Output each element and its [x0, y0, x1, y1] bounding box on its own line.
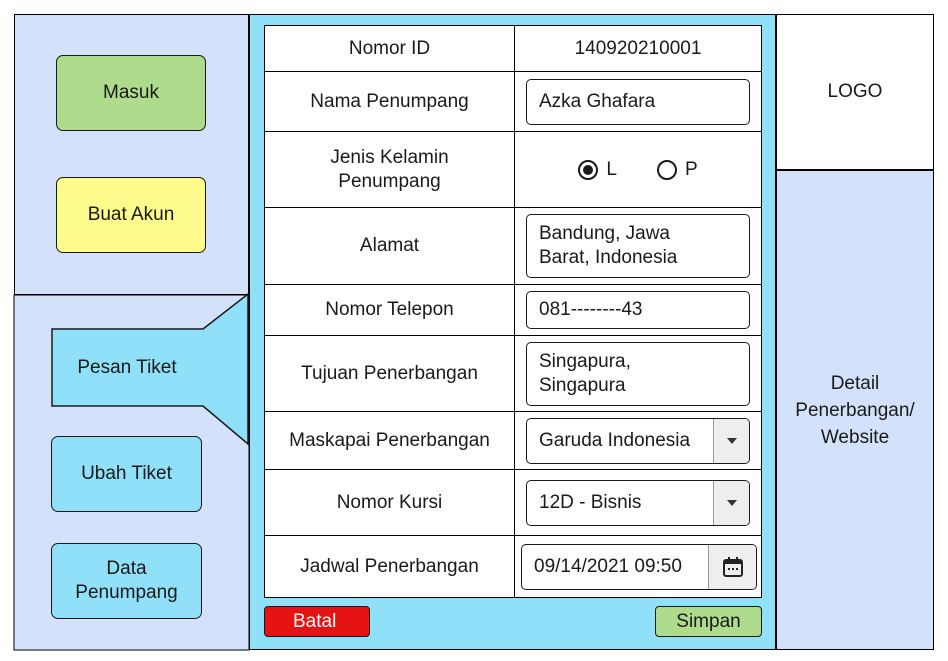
triangle-down-icon[interactable]	[713, 418, 749, 463]
radio-unselected-icon	[656, 159, 677, 180]
change-ticket-label: Ubah Tiket	[81, 463, 172, 484]
airline-value: Garuda Indonesia	[539, 429, 691, 451]
flight-detail-label: Detail Penerbangan/ Website	[795, 372, 915, 448]
address-label: Alamat	[264, 207, 515, 285]
cancel-label: Batal	[293, 610, 337, 632]
book-ticket-nav-item[interactable]: Pesan Tiket	[52, 329, 202, 406]
calendar-icon[interactable]	[708, 544, 756, 589]
seat-label: Nomor Kursi	[264, 469, 515, 536]
form-row-name: Nama Penumpang Azka Ghafara	[264, 71, 762, 132]
booking-form: Nomor ID 140920210001 Nama Penumpang Azk…	[264, 25, 762, 598]
form-row-phone: Nomor Telepon 081--------43	[264, 284, 762, 336]
triangle-down-icon[interactable]	[713, 480, 749, 525]
gender-option-p[interactable]: P	[656, 158, 698, 181]
id-label: Nomor ID	[264, 25, 515, 72]
gender-option-l[interactable]: L	[578, 159, 617, 181]
airline-select[interactable]: Garuda Indonesia	[526, 417, 750, 464]
gender-label: Jenis Kelamin Penumpang	[330, 146, 449, 192]
logo-label: LOGO	[827, 81, 883, 102]
phone-label: Nomor Telepon	[264, 284, 515, 336]
cancel-button[interactable]: Batal	[264, 606, 370, 637]
gender-option-p-label: P	[684, 158, 698, 180]
login-button[interactable]: Masuk	[56, 55, 206, 131]
schedule-label: Jadwal Penerbangan	[264, 535, 515, 598]
name-input[interactable]: Azka Ghafara	[526, 78, 750, 125]
change-ticket-button[interactable]: Ubah Tiket	[51, 436, 202, 512]
save-button[interactable]: Simpan	[655, 606, 762, 637]
seat-value: 12D - Bisnis	[539, 491, 642, 513]
phone-value: 081--------43	[539, 299, 643, 320]
register-label: Buat Akun	[87, 204, 175, 225]
name-value: Azka Ghafara	[539, 90, 656, 112]
register-button[interactable]: Buat Akun	[56, 177, 206, 253]
login-label: Masuk	[103, 82, 159, 103]
form-row-address: Alamat Bandung, Jawa Barat, Indonesia	[264, 207, 762, 285]
passenger-data-button[interactable]: Data Penumpang	[51, 543, 202, 619]
form-row-seat: Nomor Kursi 12D - Bisnis	[264, 469, 762, 536]
name-label: Nama Penumpang	[264, 71, 515, 132]
schedule-value: 09/14/2021 09:50	[534, 555, 682, 577]
form-row-airline: Maskapai Penerbangan Garuda Indonesia	[264, 411, 762, 470]
book-ticket-label: Pesan Tiket	[77, 356, 177, 378]
id-value: 140920210001	[514, 25, 762, 72]
phone-input[interactable]: 081--------43	[526, 291, 750, 329]
radio-selected-icon	[578, 159, 599, 180]
form-row-id: Nomor ID 140920210001	[264, 25, 762, 72]
form-row-gender: Jenis Kelamin Penumpang L P	[264, 131, 762, 208]
gender-radio-group: L P	[515, 159, 761, 181]
save-label: Simpan	[676, 610, 741, 632]
destination-input[interactable]: Singapura, Singapura	[526, 341, 750, 406]
flight-detail-panel: Detail Penerbangan/ Website	[776, 170, 934, 650]
logo: LOGO	[776, 14, 934, 170]
passenger-data-label: Data Penumpang	[75, 558, 178, 603]
gender-option-l-label: L	[606, 158, 617, 180]
schedule-input[interactable]: 09/14/2021 09:50	[521, 543, 757, 590]
airline-label: Maskapai Penerbangan	[264, 411, 515, 470]
address-input[interactable]: Bandung, Jawa Barat, Indonesia	[526, 214, 750, 278]
form-row-destination: Tujuan Penerbangan Singapura, Singapura	[264, 335, 762, 412]
destination-value: Singapura, Singapura	[539, 350, 631, 396]
form-row-schedule: Jadwal Penerbangan 09/14/2021 09:50	[264, 535, 762, 598]
address-value: Bandung, Jawa Barat, Indonesia	[539, 223, 678, 268]
destination-label: Tujuan Penerbangan	[264, 335, 515, 412]
seat-select[interactable]: 12D - Bisnis	[526, 479, 750, 526]
